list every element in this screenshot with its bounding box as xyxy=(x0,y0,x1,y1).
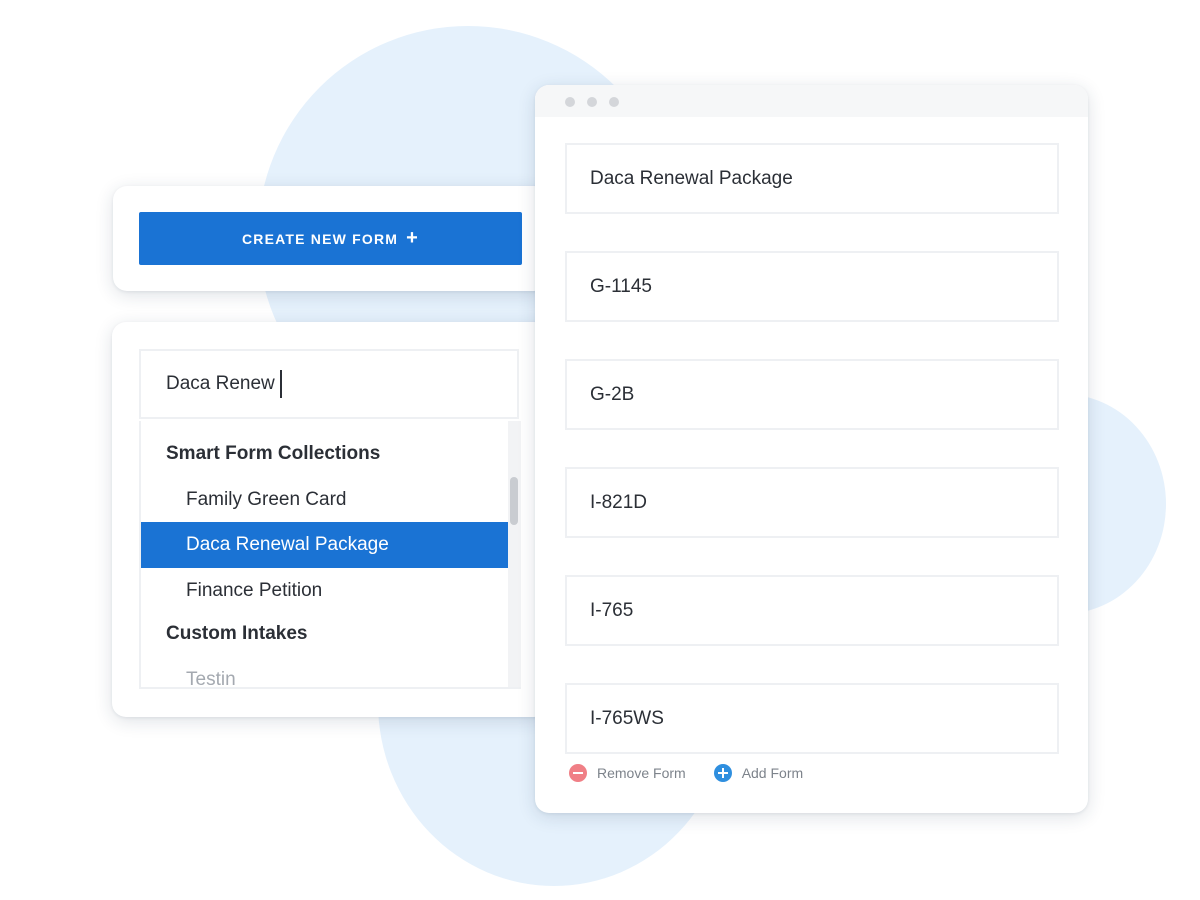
form-row-daca-renewal-package[interactable]: Daca Renewal Package xyxy=(565,143,1059,214)
window-dot-icon xyxy=(587,97,597,107)
form-row-i-765ws[interactable]: I-765WS xyxy=(565,683,1059,754)
form-row-i-821d[interactable]: I-821D xyxy=(565,467,1059,538)
create-new-form-label: CREATE NEW FORM xyxy=(241,230,399,247)
search-results-list[interactable]: Smart Form Collections Family Green Card… xyxy=(139,421,521,689)
window-dot-icon xyxy=(565,97,575,107)
form-search-card: Daca Renew Smart Form Collections Family… xyxy=(112,322,548,717)
result-item-testin[interactable]: Testin xyxy=(141,657,509,687)
window-title-bar xyxy=(535,85,1088,117)
create-form-card: CREATE NEW FORM + xyxy=(113,186,548,291)
result-item-finance-petition[interactable]: Finance Petition xyxy=(141,568,509,614)
form-row-g-1145[interactable]: G-1145 xyxy=(565,251,1059,322)
form-search-input[interactable]: Daca Renew xyxy=(139,349,519,419)
forms-window: Daca Renewal Package G-1145 G-2B I-821D … xyxy=(535,85,1088,813)
form-row-i-765[interactable]: I-765 xyxy=(565,575,1059,646)
text-cursor xyxy=(279,370,282,398)
result-item-family-green-card[interactable]: Family Green Card xyxy=(141,477,509,523)
add-form-button[interactable]: Add Form xyxy=(713,764,804,782)
remove-form-label: Remove Form xyxy=(597,765,686,781)
plus-circle-icon xyxy=(713,764,732,782)
result-item-daca-renewal-package[interactable]: Daca Renewal Package xyxy=(141,522,509,568)
create-new-form-button[interactable]: CREATE NEW FORM + xyxy=(139,212,522,265)
window-dot-icon xyxy=(609,97,619,107)
add-form-label: Add Form xyxy=(741,765,804,781)
group-heading-custom-intakes: Custom Intakes xyxy=(166,623,308,644)
minus-circle-icon xyxy=(569,764,587,782)
search-query: Daca Renew xyxy=(166,373,275,394)
form-row-g-2b[interactable]: G-2B xyxy=(565,359,1059,430)
form-actions: Remove Form Add Form xyxy=(569,764,803,782)
plus-icon: + xyxy=(406,226,420,249)
group-heading-smart-form-collections: Smart Form Collections xyxy=(166,443,381,464)
remove-form-button[interactable]: Remove Form xyxy=(569,764,686,782)
scrollbar[interactable] xyxy=(508,421,521,687)
scrollbar-thumb[interactable] xyxy=(510,477,518,525)
